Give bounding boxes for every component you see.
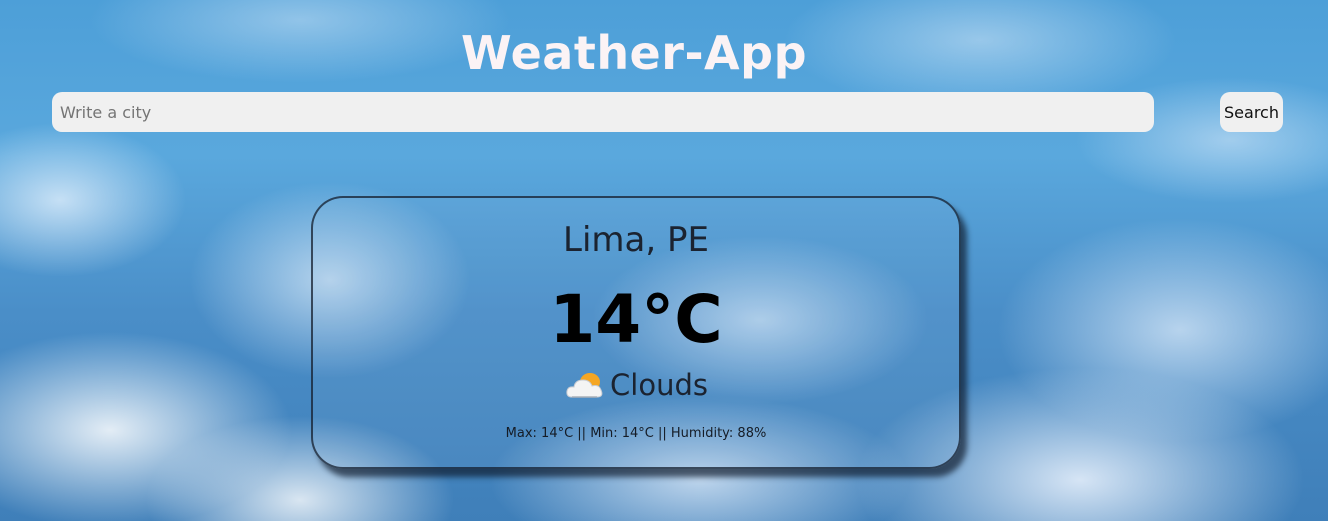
search-button[interactable]: Search [1220, 92, 1283, 132]
weather-card: Lima, PE 14°C Clouds Max: 14°C || Min: 1… [311, 196, 961, 469]
cloud-icon [564, 369, 608, 401]
location-name: Lima, PE [563, 220, 709, 260]
app-title: Weather-App [460, 26, 807, 80]
weather-details: Max: 14°C || Min: 14°C || Humidity: 88% [505, 426, 767, 441]
condition-label: Clouds [610, 368, 708, 402]
weather-condition: Clouds [313, 368, 959, 402]
city-search-input[interactable] [52, 92, 1154, 132]
temperature-value: 14°C [549, 281, 723, 358]
